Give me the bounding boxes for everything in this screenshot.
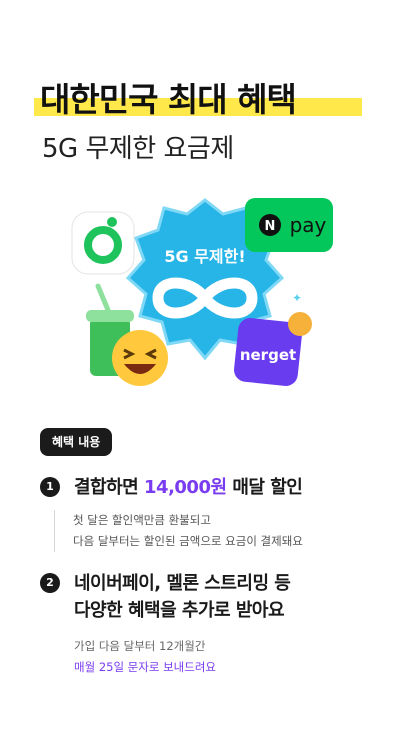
item-detail-1: 첫 달은 할인액만큼 환불되고 다음 달부터는 할인된 금액으로 요금이 결제돼… — [54, 510, 303, 552]
svg-text:nerget: nerget — [240, 346, 296, 364]
hero-title-block: 대한민국 최대 혜택 — [34, 78, 362, 122]
item-number-2: 2 — [40, 573, 60, 593]
item-title-1: 결합하면 14,000원 매달 할인 — [74, 477, 303, 498]
benefit-item-1: 1 결합하면 14,000원 매달 할인 첫 달은 할인액만큼 환불되고 다음 … — [40, 474, 370, 554]
item-number-1: 1 — [40, 477, 60, 497]
nerget-icon: nerget — [234, 312, 312, 386]
badge-text: 5G 무제한! — [164, 247, 245, 266]
promo-illustration: 5G 무제한! N pay nerget ✦ — [71, 198, 333, 386]
hero-subtitle: 5G 무제한 요금제 — [42, 134, 234, 164]
svg-text:pay: pay — [290, 213, 327, 237]
svg-text:N: N — [265, 219, 276, 234]
item-detail-2: 가입 다음 달부터 12개월간 매월 25일 문자로 보내드려요 — [74, 639, 216, 674]
benefit-item-2: 2 네이버페이, 멜론 스트리밍 등 다양한 혜택을 추가로 받아요 가입 다음… — [40, 570, 370, 680]
item-title-2: 네이버페이, 멜론 스트리밍 등 다양한 혜택을 추가로 받아요 — [74, 573, 291, 621]
melon-app-icon — [71, 211, 135, 275]
laughing-emoji-icon — [112, 330, 168, 386]
hero-title: 대한민국 최대 혜택 — [40, 80, 297, 119]
benefits-label: 혜택 내용 — [40, 428, 113, 456]
discount-amount: 14,000원 — [144, 477, 227, 498]
sparkle-icon: ✦ — [292, 291, 302, 305]
